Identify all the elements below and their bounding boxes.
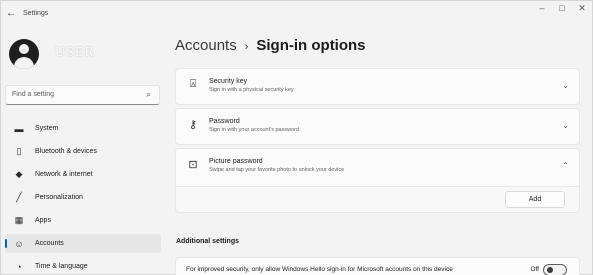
sidebar-item-label: Time & language: [35, 263, 88, 270]
window-controls: – □ ✕: [532, 3, 592, 14]
security-key-card[interactable]: ⍓ Security key Sign in with a physical s…: [175, 68, 580, 105]
page-title: Sign-in options: [256, 37, 366, 54]
card-title: Password: [209, 118, 240, 125]
sidebar: USER Find a setting ⌕ ▬ System ▯ Bluetoo…: [1, 25, 169, 275]
card-subtitle: Sign in with your account's password: [209, 127, 300, 133]
sidebar-item-accounts[interactable]: ☺ Accounts: [5, 234, 161, 253]
sidebar-item-bluetooth[interactable]: ▯ Bluetooth & devices: [5, 142, 161, 161]
bluetooth-devices-icon: ▯: [16, 146, 22, 156]
sidebar-item-label: Accounts: [35, 240, 64, 247]
usb-key-icon: ⍓: [189, 78, 197, 90]
chevron-up-icon[interactable]: ⌃: [562, 161, 569, 170]
globe-clock-icon: ◔: [16, 261, 22, 272]
search-input[interactable]: Find a setting ⌕: [5, 85, 160, 105]
windows-hello-only-text: For improved security, only allow Window…: [186, 266, 453, 273]
maximize-icon[interactable]: □: [552, 3, 572, 14]
sidebar-item-label: Apps: [35, 217, 51, 224]
apps-icon: ▦: [14, 215, 24, 225]
toggle-state-label: Off: [530, 266, 539, 273]
back-arrow-icon[interactable]: ←: [6, 8, 20, 19]
chevron-down-icon[interactable]: ⌄: [562, 81, 569, 90]
additional-settings-heading: Additional settings: [176, 238, 239, 245]
wifi-icon: ◆: [15, 169, 23, 179]
sidebar-item-label: Network & internet: [35, 171, 93, 178]
search-placeholder: Find a setting: [12, 91, 55, 98]
profile: USER: [9, 39, 149, 73]
nav-list: ▬ System ▯ Bluetooth & devices ◆ Network…: [1, 119, 169, 275]
breadcrumb: Accounts › Sign-in options: [175, 37, 366, 54]
sidebar-item-system[interactable]: ▬ System: [5, 119, 161, 138]
picture-icon: ⊡: [188, 159, 198, 171]
add-picture-password-button[interactable]: Add: [505, 191, 565, 208]
username: USER: [55, 45, 95, 60]
key-icon: ⚷: [188, 119, 198, 131]
sidebar-item-personalization[interactable]: ╱ Personalization: [5, 188, 161, 207]
sidebar-item-label: System: [35, 125, 59, 132]
sidebar-item-network[interactable]: ◆ Network & internet: [5, 165, 161, 184]
window-title: Settings: [23, 9, 49, 17]
picture-password-expanded: Add: [175, 187, 580, 213]
picture-password-card[interactable]: ⊡ Picture password Swipe and tap your fa…: [175, 148, 580, 187]
accounts-icon: ☺: [14, 238, 24, 249]
title-bar: ← Settings – □ ✕: [1, 1, 593, 25]
pen-icon: ╱: [16, 192, 22, 202]
windows-hello-only-toggle[interactable]: [543, 264, 567, 275]
card-subtitle: Sign in with a physical security key: [209, 87, 294, 93]
windows-hello-only-card: For improved security, only allow Window…: [175, 257, 580, 275]
card-title: Picture password: [209, 158, 263, 165]
close-icon[interactable]: ✕: [572, 3, 592, 14]
chevron-down-icon[interactable]: ⌄: [562, 121, 569, 130]
sidebar-item-label: Personalization: [35, 194, 83, 201]
active-indicator: [5, 239, 7, 248]
sidebar-item-apps[interactable]: ▦ Apps: [5, 211, 161, 230]
toggle-knob: [547, 267, 553, 273]
sidebar-item-time-language[interactable]: ◔ Time & language: [5, 257, 161, 275]
breadcrumb-accounts[interactable]: Accounts: [175, 37, 237, 54]
card-title: Security key: [209, 78, 248, 85]
user-avatar-icon[interactable]: [9, 39, 39, 69]
password-card[interactable]: ⚷ Password Sign in with your account's p…: [175, 108, 580, 145]
search-icon[interactable]: ⌕: [147, 90, 151, 100]
card-subtitle: Swipe and tap your favorite photo to unl…: [209, 167, 345, 173]
breadcrumb-separator: ›: [244, 41, 249, 53]
sidebar-item-label: Bluetooth & devices: [35, 148, 97, 155]
minimize-icon[interactable]: –: [532, 3, 552, 14]
system-monitor-icon: ▬: [14, 123, 24, 134]
